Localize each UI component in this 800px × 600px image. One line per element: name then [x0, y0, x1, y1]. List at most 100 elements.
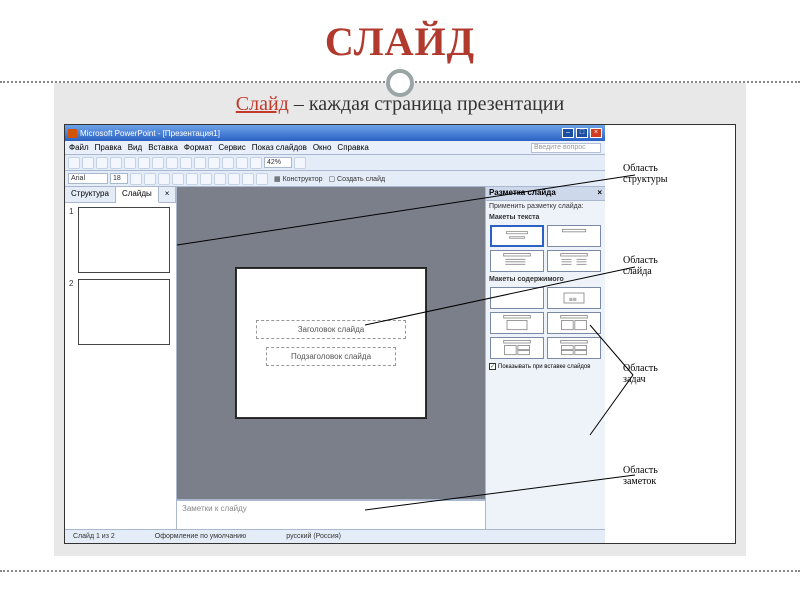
question-box[interactable]: Введите вопрос	[531, 143, 601, 153]
menu-edit[interactable]: Правка	[95, 143, 122, 152]
decorative-ring	[386, 69, 414, 97]
definition-rest: – каждая страница презентации	[289, 93, 564, 115]
svg-text:▦▦: ▦▦	[569, 297, 577, 302]
menu-bar: Файл Правка Вид Вставка Формат Сервис По…	[65, 141, 605, 155]
italic-button[interactable]	[144, 173, 156, 185]
paste-button[interactable]	[180, 157, 192, 169]
copy-button[interactable]	[166, 157, 178, 169]
thumb-num-2: 2	[69, 279, 75, 345]
dashed-divider-bottom	[0, 570, 800, 572]
annotation-column: Областьструктуры Областьслайда Областьза…	[605, 125, 735, 543]
layout-two-col[interactable]	[547, 250, 601, 272]
taskpane-section-text: Макеты текста	[486, 212, 605, 223]
increase-font-button[interactable]	[242, 173, 254, 185]
notes-pane[interactable]: Заметки к слайду	[177, 499, 485, 529]
standard-toolbar: 42%	[65, 155, 605, 171]
slide-canvas[interactable]: Заголовок слайда Подзаголовок слайда	[236, 268, 426, 418]
status-lang: русский (Россия)	[286, 533, 341, 540]
zoom-select[interactable]: 42%	[264, 157, 292, 168]
thumb-2[interactable]	[78, 279, 170, 345]
subtitle-placeholder[interactable]: Подзаголовок слайда	[266, 347, 396, 366]
spell-button[interactable]	[138, 157, 150, 169]
tab-slides[interactable]: Слайды	[116, 187, 159, 203]
preview-button[interactable]	[124, 157, 136, 169]
menu-tools[interactable]: Сервис	[218, 143, 245, 152]
outline-close-icon[interactable]: ×	[159, 187, 177, 202]
slide-pane: Заголовок слайда Подзаголовок слайда Зам…	[177, 187, 485, 529]
menu-format[interactable]: Формат	[184, 143, 212, 152]
layout-blank[interactable]	[490, 287, 544, 309]
shadow-button[interactable]	[172, 173, 184, 185]
open-button[interactable]	[82, 157, 94, 169]
cut-button[interactable]	[152, 157, 164, 169]
layout-three-content[interactable]	[490, 337, 544, 359]
page-title: СЛАЙД	[0, 0, 800, 65]
titlebar: Microsoft PowerPoint - [Презентация1] – …	[65, 125, 605, 141]
table-button[interactable]	[236, 157, 248, 169]
layout-bullets[interactable]	[490, 250, 544, 272]
layout-two-content[interactable]	[547, 312, 601, 334]
align-center-button[interactable]	[200, 173, 212, 185]
maximize-button[interactable]: □	[576, 128, 588, 138]
slide-thumbnails: 1 2	[65, 203, 176, 529]
new-slide-link[interactable]: ▢ Создать слайд	[328, 175, 385, 183]
layout-title-content[interactable]	[490, 312, 544, 334]
titlebar-text: Microsoft PowerPoint - [Презентация1]	[80, 129, 220, 138]
workspace: Структура Слайды × 1 2	[65, 187, 605, 529]
annot-slide: Областьслайда	[623, 255, 658, 277]
app-window: Microsoft PowerPoint - [Презентация1] – …	[65, 125, 605, 543]
layout-title-only[interactable]	[547, 225, 601, 247]
underline-button[interactable]	[158, 173, 170, 185]
title-placeholder[interactable]: Заголовок слайда	[256, 320, 406, 339]
layout-content[interactable]: ▦▦	[547, 287, 601, 309]
align-left-button[interactable]	[186, 173, 198, 185]
annot-notes: Областьзаметок	[623, 465, 658, 487]
close-button[interactable]: ×	[590, 128, 602, 138]
bold-button[interactable]	[130, 173, 142, 185]
fontsize-select[interactable]: 18	[110, 173, 128, 184]
status-design: Оформление по умолчанию	[155, 533, 247, 540]
annot-structure: Областьструктуры	[623, 163, 667, 185]
new-button[interactable]	[68, 157, 80, 169]
undo-button[interactable]	[194, 157, 206, 169]
object-button[interactable]	[250, 157, 262, 169]
definition-term: Слайд	[236, 93, 289, 115]
font-select[interactable]: Arial	[68, 173, 108, 184]
formatting-toolbar: Arial 18 ▦ Конструктор ▢ Создать слайд	[65, 171, 605, 187]
layout-title[interactable]	[490, 225, 544, 247]
thumb-1[interactable]	[78, 207, 170, 273]
decrease-font-button[interactable]	[256, 173, 268, 185]
konstructor-link[interactable]: ▦ Конструктор	[274, 175, 322, 183]
tab-structure[interactable]: Структура	[65, 187, 116, 202]
content-frame: Слайд – каждая страница презентации Micr…	[54, 83, 746, 556]
align-right-button[interactable]	[214, 173, 226, 185]
layout-four-content[interactable]	[547, 337, 601, 359]
menu-insert[interactable]: Вставка	[148, 143, 178, 152]
menu-view[interactable]: Вид	[128, 143, 142, 152]
save-button[interactable]	[96, 157, 108, 169]
chart-button[interactable]	[222, 157, 234, 169]
taskpane-show-checkbox[interactable]: ✓ Показывать при вставке слайдов	[486, 361, 605, 372]
taskpane-apply-label: Применить разметку слайда:	[486, 201, 605, 212]
taskpane-close-icon[interactable]: ×	[597, 188, 602, 199]
outline-tabs: Структура Слайды ×	[65, 187, 176, 203]
taskpane-section-content: Макеты содержимого	[486, 274, 605, 285]
taskpane-header: Разметка слайда ×	[486, 187, 605, 201]
thumb-num-1: 1	[69, 207, 75, 273]
annot-tasks: Областьзадач	[623, 363, 658, 385]
menu-slideshow[interactable]: Показ слайдов	[252, 143, 307, 152]
menu-window[interactable]: Окно	[313, 143, 332, 152]
status-slide: Слайд 1 из 2	[73, 533, 115, 540]
task-pane: Разметка слайда × Применить разметку сла…	[485, 187, 605, 529]
minimize-button[interactable]: –	[562, 128, 574, 138]
help-button[interactable]	[294, 157, 306, 169]
outline-pane: Структура Слайды × 1 2	[65, 187, 177, 529]
print-button[interactable]	[110, 157, 122, 169]
checkbox-icon: ✓	[489, 363, 496, 370]
menu-help[interactable]: Справка	[337, 143, 368, 152]
status-bar: Слайд 1 из 2 Оформление по умолчанию рус…	[65, 529, 605, 543]
bullets-button[interactable]	[228, 173, 240, 185]
powerpoint-screenshot: Microsoft PowerPoint - [Презентация1] – …	[64, 124, 736, 544]
redo-button[interactable]	[208, 157, 220, 169]
menu-file[interactable]: Файл	[69, 143, 89, 152]
